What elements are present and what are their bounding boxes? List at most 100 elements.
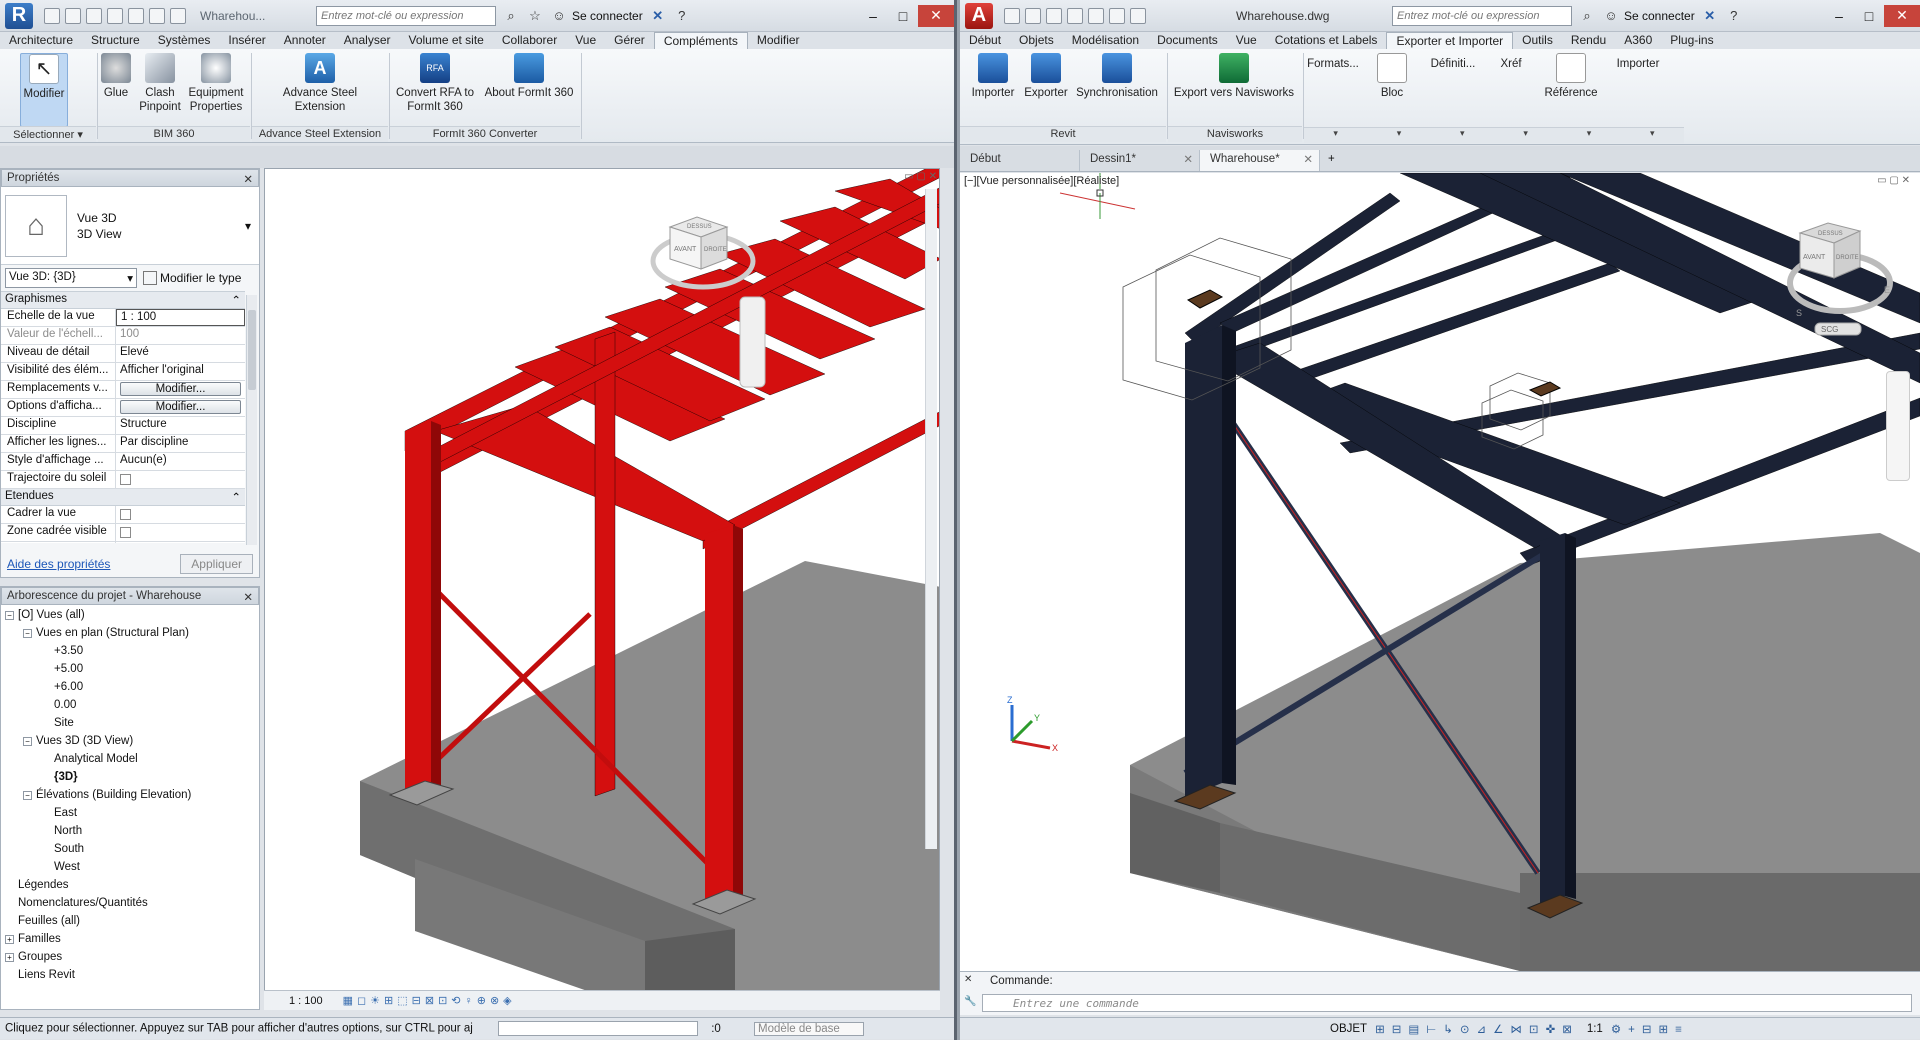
tab-acad-1[interactable]: Objets <box>1010 32 1063 49</box>
formats-button[interactable]: Formats... <box>1304 57 1362 71</box>
help-icon[interactable]: ? <box>1725 7 1743 25</box>
revit-app-menu-button[interactable]: R <box>0 0 38 32</box>
close-icon[interactable]: ✕ <box>964 974 972 985</box>
help-icon[interactable]: ? <box>673 7 691 25</box>
maximize-button[interactable]: □ <box>1854 5 1884 27</box>
about-formit-button[interactable]: About FormIt 360 <box>482 53 576 100</box>
browser-item[interactable]: {3D} <box>5 768 255 786</box>
property-value[interactable]: Afficher l'original <box>116 363 245 380</box>
tab-acad-8[interactable]: Rendu <box>1562 32 1615 49</box>
property-checkbox[interactable] <box>116 471 245 488</box>
expand-toggle-icon[interactable]: − <box>23 629 32 638</box>
property-edit-button[interactable]: Modifier... <box>116 399 245 416</box>
browser-item[interactable]: 0.00 <box>5 696 255 714</box>
clash-pinpoint-button[interactable]: Clash Pinpoint <box>138 53 182 114</box>
expand-toggle-icon[interactable]: + <box>5 953 14 962</box>
exchange-icon[interactable]: ✕ <box>649 7 667 25</box>
property-checkbox[interactable] <box>116 542 245 543</box>
view-scrollbar[interactable] <box>925 189 937 849</box>
tab-revit-9[interactable]: Gérer <box>605 32 654 49</box>
sign-in-button[interactable]: Se connecter <box>572 9 643 23</box>
autocad-model-space[interactable]: DESSUS AVANT DROITE S E SCG Z Y X [−][Vu… <box>960 173 1920 971</box>
measure-icon[interactable] <box>149 7 165 24</box>
file-tab[interactable]: Début <box>960 150 1080 171</box>
tab-revit-1[interactable]: Structure <box>82 32 149 49</box>
close-icon[interactable]: ✕ <box>1183 152 1193 166</box>
browser-item[interactable]: Analytical Model <box>5 750 255 768</box>
browser-item[interactable]: North <box>5 822 255 840</box>
save-as-icon[interactable] <box>1067 7 1083 24</box>
browser-item[interactable]: Nomenclatures/Quantités <box>5 894 255 912</box>
browser-item[interactable]: Liens Revit <box>5 966 255 984</box>
type-selector[interactable]: ⌂ Vue 3D 3D View ▾ <box>1 187 259 265</box>
property-row[interactable]: Valeur de l'échell... 100 <box>1 327 245 345</box>
browser-item[interactable]: Site <box>5 714 255 732</box>
properties-scrollbar[interactable] <box>246 295 257 545</box>
view-window-controls[interactable]: ▭ ▢ ✕ <box>904 171 937 182</box>
favorites-icon[interactable]: ☆ <box>526 7 544 25</box>
new-icon[interactable] <box>1004 7 1020 24</box>
maximize-button[interactable]: □ <box>888 5 918 27</box>
property-row[interactable]: Visibilité des élém... Afficher l'origina… <box>1 363 245 381</box>
panel-expander[interactable]: ▾ <box>1650 128 1655 143</box>
navigation-bar[interactable] <box>1886 371 1910 481</box>
browser-item[interactable]: Légendes <box>5 876 255 894</box>
tab-acad-9[interactable]: A360 <box>1615 32 1661 49</box>
browser-item[interactable]: − [O] Vues (all) <box>5 606 255 624</box>
group-extents[interactable]: Etendues ⌃ <box>1 489 245 506</box>
browser-item[interactable]: + Familles <box>5 930 255 948</box>
apply-button[interactable]: Appliquer <box>180 554 253 574</box>
property-row[interactable]: Echelle de la vue 1 : 100 <box>1 309 245 327</box>
redo-icon[interactable] <box>1130 7 1146 24</box>
revit-3d-view[interactable]: . DESSUS AVANT DROITE ▭ ▢ ✕ <box>264 168 940 1010</box>
model-space-toggle[interactable]: OBJET <box>1330 1023 1367 1035</box>
properties-help-link[interactable]: Aide des propriétés <box>7 557 110 571</box>
property-value[interactable]: 1 : 100 <box>116 309 245 326</box>
tab-acad-6[interactable]: Exporter et Importer <box>1386 32 1514 49</box>
autocad-app-menu-button[interactable]: A <box>960 0 998 32</box>
browser-item[interactable]: +5.00 <box>5 660 255 678</box>
save-icon[interactable] <box>65 7 81 24</box>
status-toggle-icons[interactable]: ⊞⊟▤⊢↳⊙⊿∠⋈⊡✜⊠ <box>1375 1022 1579 1036</box>
expand-toggle-icon[interactable]: − <box>5 611 14 620</box>
property-row[interactable]: Cadrage de l'ann... <box>1 542 245 543</box>
group-graphics[interactable]: Graphismes ⌃ <box>1 292 245 309</box>
save-icon[interactable] <box>1046 7 1062 24</box>
status-extra-icons[interactable]: ⚙+⊟⊞≡ <box>1611 1022 1689 1036</box>
design-option-selector[interactable]: Modèle de base <box>753 1021 864 1036</box>
tab-acad-2[interactable]: Modélisation <box>1063 32 1148 49</box>
tab-revit-5[interactable]: Analyser <box>335 32 400 49</box>
undo-icon[interactable] <box>1109 7 1125 24</box>
wrench-icon[interactable]: 🔧 <box>964 996 976 1007</box>
block-button[interactable]: Bloc <box>1364 53 1420 100</box>
browser-item[interactable]: − Élévations (Building Elevation) <box>5 786 255 804</box>
tab-acad-7[interactable]: Outils <box>1513 32 1562 49</box>
open-icon[interactable] <box>1025 7 1041 24</box>
view-selector[interactable]: Vue 3D: {3D} ▾ <box>5 268 137 288</box>
annotation-scale[interactable]: 1:1 <box>1587 1023 1603 1035</box>
tab-revit-11[interactable]: Modifier <box>748 32 809 49</box>
undo-icon[interactable] <box>107 7 123 24</box>
panel-expander[interactable]: ▾ <box>1460 128 1465 143</box>
glue-button[interactable]: Glue <box>98 53 134 100</box>
close-icon[interactable]: ✕ <box>243 590 253 604</box>
browser-item[interactable]: + Groupes <box>5 948 255 966</box>
tab-revit-3[interactable]: Insérer <box>219 32 274 49</box>
file-tab[interactable]: Dessin1* ✕ <box>1080 150 1200 171</box>
tab-revit-4[interactable]: Annoter <box>275 32 335 49</box>
view-control-icons[interactable]: ▦◻☀⊞⬚⊟⊠⊡⟲♀⊕⊗◈ <box>343 994 516 1007</box>
panel-expander[interactable]: ▾ <box>1587 128 1592 143</box>
panel-expander[interactable]: ▾ <box>1523 128 1528 143</box>
property-value[interactable]: Aucun(e) <box>116 453 245 470</box>
close-button[interactable]: ✕ <box>918 4 954 27</box>
equipment-properties-button[interactable]: Equipment Properties <box>186 53 246 114</box>
select-panel-label[interactable]: Sélectionner ▾ <box>0 126 96 142</box>
browser-item[interactable]: East <box>5 804 255 822</box>
tab-revit-6[interactable]: Volume et site <box>399 32 492 49</box>
importer-button[interactable]: Importer <box>1608 57 1668 71</box>
viewport-window-controls[interactable]: ▭ ▢ ✕ <box>1877 175 1910 186</box>
tab-revit-10[interactable]: Compléments <box>653 32 748 49</box>
browser-item[interactable]: − Vues en plan (Structural Plan) <box>5 624 255 642</box>
browser-item[interactable]: Feuilles (all) <box>5 912 255 930</box>
search-input[interactable]: Entrez mot-clé ou expression <box>316 5 496 26</box>
